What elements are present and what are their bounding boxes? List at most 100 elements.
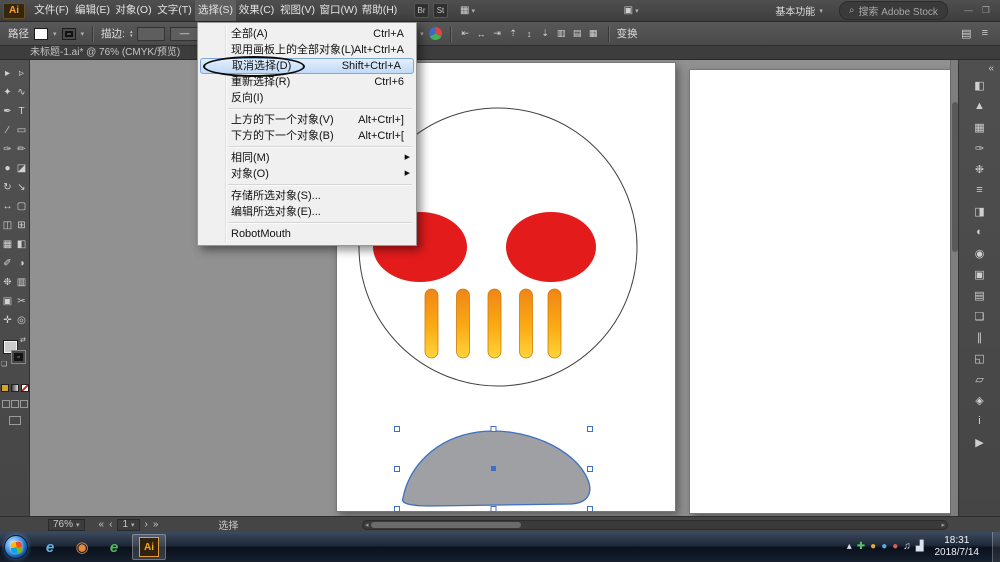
select-menu-item[interactable]: 重新选择(R)Ctrl+6 xyxy=(198,74,416,90)
align-center-v-icon[interactable]: ↕ xyxy=(523,27,536,40)
color-panel-icon[interactable]: ◧ xyxy=(970,78,990,92)
gradient-panel-icon[interactable]: ◨ xyxy=(970,204,990,218)
menubar-item[interactable]: 编辑(E) xyxy=(72,0,113,21)
horizontal-scrollbar[interactable]: ◂ ▸ xyxy=(362,520,948,530)
menubar-item[interactable]: 视图(V) xyxy=(277,0,318,21)
skull-tooth[interactable] xyxy=(488,289,501,358)
free-transform-tool[interactable]: ▢ xyxy=(15,199,29,213)
window-restore-icon[interactable]: ❐ xyxy=(982,5,990,16)
horizontal-scrollbar-thumb[interactable] xyxy=(371,522,521,528)
gradient-button[interactable] xyxy=(11,384,19,392)
workspace-switcher[interactable]: 基本功能 ▾ xyxy=(775,3,823,18)
graphic-styles-panel-icon[interactable]: ▣ xyxy=(970,267,990,281)
ie-taskbar-icon[interactable]: e xyxy=(34,534,66,560)
stock-icon[interactable]: St xyxy=(433,3,448,18)
selection-center-point[interactable] xyxy=(491,466,496,471)
swap-fill-stroke-icon[interactable]: ⇄ xyxy=(20,336,26,344)
draw-inside-icon[interactable] xyxy=(20,400,28,408)
gradient-tool[interactable]: ◧ xyxy=(15,237,29,251)
select-menu-item[interactable]: 现用画板上的全部对象(L)Alt+Ctrl+A xyxy=(198,42,416,58)
draw-behind-icon[interactable] xyxy=(11,400,19,408)
menubar-item[interactable]: 效果(C) xyxy=(236,0,277,21)
selection-handle[interactable] xyxy=(588,467,593,472)
mesh-tool[interactable]: ▦ xyxy=(1,237,15,251)
width-tool[interactable]: ↔ xyxy=(1,199,15,213)
selection-handle[interactable] xyxy=(395,467,400,472)
blend-tool[interactable]: ◑ xyxy=(15,256,29,270)
menubar-item[interactable]: 对象(O) xyxy=(113,0,154,21)
select-menu-item[interactable]: 编辑所选对象(E)... xyxy=(198,204,416,220)
network-tray-icon[interactable]: ▟ xyxy=(916,542,924,552)
last-artboard-button[interactable]: » xyxy=(153,519,159,530)
info-panel-icon[interactable]: i xyxy=(970,414,990,428)
lasso-tool[interactable]: ∿ xyxy=(15,85,29,99)
rectangle-tool[interactable]: ▭ xyxy=(15,123,29,137)
selection-handle[interactable] xyxy=(491,427,496,432)
select-menu-item[interactable]: 存储所选对象(S)... xyxy=(198,188,416,204)
selection-handle[interactable] xyxy=(588,427,593,432)
select-menu-item[interactable]: 下方的下一个对象(B)Alt+Ctrl+[ xyxy=(198,128,416,144)
stroke-panel-icon[interactable]: ≡ xyxy=(970,183,990,197)
perspective-grid-tool[interactable]: ⊞ xyxy=(15,218,29,232)
spinner-down-icon[interactable]: ▾ xyxy=(130,34,133,38)
chevron-down-icon[interactable]: ▾ xyxy=(420,30,424,38)
skull-tooth[interactable] xyxy=(520,289,533,358)
stroke-color-swatch[interactable] xyxy=(62,28,76,40)
select-menu-item[interactable]: RobotMouth xyxy=(198,226,416,242)
draw-normal-icon[interactable] xyxy=(2,400,10,408)
skull-right-eye[interactable] xyxy=(506,212,596,282)
vertical-scrollbar[interactable] xyxy=(950,60,958,516)
skull-tooth[interactable] xyxy=(548,289,561,358)
brushes-panel-icon[interactable]: ✑ xyxy=(970,141,990,155)
align-center-h-icon[interactable]: ↔ xyxy=(475,27,488,40)
align-left-icon[interactable]: ⇤ xyxy=(459,27,472,40)
paintbrush-tool[interactable]: ✑ xyxy=(1,142,15,156)
align-right-icon[interactable]: ⇥ xyxy=(491,27,504,40)
stroke-weight-field[interactable] xyxy=(137,27,165,41)
volume-tray-icon[interactable]: ♫ xyxy=(903,542,911,552)
align-panel-icon[interactable]: ∥ xyxy=(970,330,990,344)
scale-tool[interactable]: ↘ xyxy=(15,180,29,194)
window-minimize-icon[interactable]: — xyxy=(964,5,973,16)
eraser-tool[interactable]: ◪ xyxy=(15,161,29,175)
first-artboard-button[interactable]: « xyxy=(99,519,105,530)
distribute-spacing-icon[interactable]: ▦ xyxy=(587,27,600,40)
transform-label[interactable]: 变换 xyxy=(617,26,638,41)
selection-handle[interactable] xyxy=(491,507,496,512)
select-menu-item[interactable]: 全部(A)Ctrl+A xyxy=(198,26,416,42)
menubar-item[interactable]: 选择(S) xyxy=(195,0,236,21)
cloud-tray-icon[interactable]: ● xyxy=(881,542,887,552)
select-menu-item[interactable]: 反向(I) xyxy=(198,90,416,106)
selection-handle[interactable] xyxy=(395,427,400,432)
fill-color-swatch[interactable] xyxy=(34,28,48,40)
swatches-panel-icon[interactable]: ▦ xyxy=(970,120,990,134)
blob-brush-tool[interactable]: ● xyxy=(1,161,15,175)
selection-handle[interactable] xyxy=(395,507,400,512)
hand-tool[interactable]: ✛ xyxy=(1,313,15,327)
slice-tool[interactable]: ✂ xyxy=(15,294,29,308)
illustrator-taskbar-button[interactable]: Ai xyxy=(132,534,166,560)
select-menu-item[interactable]: 取消选择(D)Shift+Ctrl+A xyxy=(200,58,414,74)
chevron-down-icon[interactable]: ▾ xyxy=(81,30,85,38)
browser2-taskbar-icon[interactable]: e xyxy=(98,534,130,560)
media-tray-icon[interactable]: ● xyxy=(892,542,898,552)
symbols-panel-icon[interactable]: ❉ xyxy=(970,162,990,176)
line-segment-tool[interactable]: ∕ xyxy=(1,123,15,137)
skull-tooth[interactable] xyxy=(425,289,438,358)
actions-panel-icon[interactable]: ▶ xyxy=(970,435,990,449)
canvas[interactable] xyxy=(30,60,950,516)
zoom-level-dropdown[interactable]: 76% ▾ xyxy=(48,519,85,531)
layers-panel-icon[interactable]: ▤ xyxy=(970,288,990,302)
select-menu-item[interactable]: 上方的下一个对象(V)Alt+Ctrl+] xyxy=(198,112,416,128)
width-profile-dropdown[interactable]: — xyxy=(170,27,198,41)
default-fill-stroke-icon[interactable]: ❏ xyxy=(1,360,7,368)
document-tab[interactable]: 未标题-1.ai* @ 76% (CMYK/预览) xyxy=(30,47,180,58)
screen-mode-icon[interactable] xyxy=(9,416,21,425)
selected-mouth-shape[interactable] xyxy=(403,431,590,506)
hidden-icons-button[interactable]: ▴ xyxy=(847,542,852,552)
direct-selection-tool[interactable]: ▹ xyxy=(15,66,29,80)
menubar-item[interactable]: 文字(T) xyxy=(154,0,195,21)
panel-toggle-icon[interactable]: ▤ xyxy=(961,27,971,40)
previous-artboard-button[interactable]: ‹ xyxy=(109,519,112,530)
appearance-panel-icon[interactable]: ◉ xyxy=(970,246,990,260)
